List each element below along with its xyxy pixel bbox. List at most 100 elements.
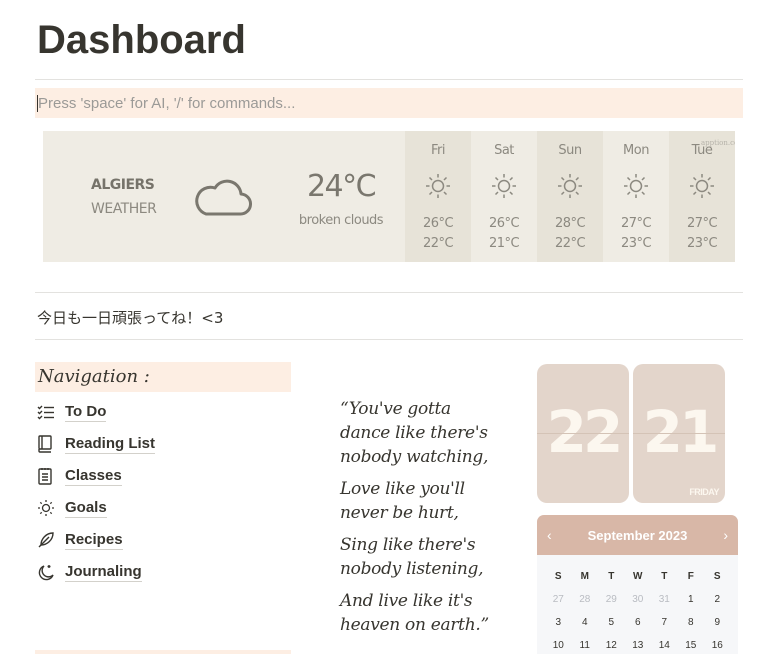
forecast-day: Tue 27°C 23°C [669,131,735,262]
nav-item-label: To Do [65,402,107,422]
flip-divider [537,433,629,434]
navigation-heading: Navigation : [35,362,291,392]
calendar-day[interactable]: 16 [704,634,731,654]
calendar-month: September 2023 [587,527,688,543]
sun-icon [491,173,517,203]
nav-item-to-do[interactable]: To Do [37,396,155,428]
calendar-day[interactable]: 1 [678,588,705,611]
calendar-week-row: 27 28 29 30 31 1 2 [545,588,731,611]
quote-line: “You've gotta dance like there's nobody … [340,399,489,467]
forecast-day: Sun 28°C 22°C [537,131,603,262]
forecast-day-name: Sun [558,143,582,158]
calendar-day[interactable]: 12 [598,634,625,654]
nav-item-label: Journaling [65,562,142,582]
checklist-icon [37,402,59,422]
weather-widget: ALGIERS WEATHER 24°C broken clouds Fri 26… [43,131,735,262]
calendar-weekday: W [633,571,643,582]
calendar-day[interactable]: 28 [572,588,599,611]
forecast-low: 21°C [488,236,520,251]
calendar-day[interactable]: 27 [545,588,572,611]
calendar-widget: ‹ September 2023 › S M T W T F S 27 28 29 30 31 1 2 3 4… [537,515,738,654]
divider [35,79,743,80]
divider [35,339,743,340]
forecast-low: 22°C [554,236,586,251]
calendar-weekday: S [713,571,721,582]
calendar-weekday: T [661,571,668,582]
navigation-heading-text: Navigation : [38,366,150,387]
quote-line: Sing like there's nobody listening, [340,535,484,579]
forecast-day-name: Fri [431,143,446,158]
forecast-low: 23°C [686,236,718,251]
notepad-icon [37,466,59,486]
motto-text: 今日も一日頑張ってね！<3 [37,309,224,327]
calendar-weekday-row: SMTWTFS [545,565,731,588]
book-icon [37,434,59,454]
forecast-high: 28°C [554,216,586,231]
navigation-list: To Do Reading List Classes Goals Recipes… [37,396,156,588]
calendar-grid: S M T W T F S 27 28 29 30 31 1 2 3 4 5 6 7 8 9 10 11 12 13 14 15 16 [545,565,731,654]
weather-description: broken clouds [298,213,384,228]
sun-icon [689,173,715,203]
clock-hours-card: 22 [537,364,629,503]
sun-icon [557,173,583,203]
quote-line: Love like you'll never be hurt, [340,479,465,523]
nav-item-label: Classes [65,466,122,486]
calendar-weekday: S [554,571,562,582]
weather-temperature: 24°C [306,169,377,204]
calendar-day[interactable]: 29 [598,588,625,611]
nav-item-label: Goals [65,498,107,518]
calendar-day[interactable]: 10 [545,634,572,654]
calendar-weekday: M [580,571,589,582]
clock-hours: 22 [546,398,624,466]
calendar-header: ‹ September 2023 › [537,515,738,555]
nav-item-journaling[interactable]: Journaling [37,556,155,588]
calendar-weekday: T [608,571,615,582]
forecast-high: 26°C [422,216,454,231]
calendar-prev-button[interactable]: ‹ [547,527,552,543]
nav-item-goals[interactable]: Goals [37,492,155,524]
forecast-day: Sat 26°C 21°C [471,131,537,262]
moon-stars-icon [37,562,59,582]
forecast-row: Fri 26°C 22°C Sat 26°C 21°C Sun 28°C 22°C Mon 27°C… [405,131,735,262]
nav-item-label: Reading List [65,434,156,454]
calendar-day[interactable]: 9 [704,611,731,634]
forecast-high: 27°C [686,216,718,231]
nav-item-reading-list[interactable]: Reading List [37,428,156,460]
calendar-day[interactable]: 30 [625,588,652,611]
calendar-week-row: 10 11 12 13 14 15 16 [545,634,731,654]
calendar-day[interactable]: 11 [572,634,599,654]
calendar-day[interactable]: 7 [651,611,678,634]
calendar-day[interactable]: 3 [545,611,572,634]
feather-icon [37,530,59,550]
calendar-day[interactable]: 5 [598,611,625,634]
forecast-day-name: Sat [494,143,514,158]
quote-block: “You've gotta dance like there's nobody … [340,397,505,645]
weather-city: ALGIERS [91,177,155,193]
calendar-day[interactable]: 14 [651,634,678,654]
sun-icon [37,498,59,518]
calendar-day[interactable]: 13 [625,634,652,654]
calendar-day[interactable]: 8 [678,611,705,634]
forecast-low: 22°C [422,236,454,251]
calendar-next-button[interactable]: › [723,527,728,543]
forecast-day: Fri 26°C 22°C [405,131,471,262]
bottom-callout [35,650,291,654]
forecast-high: 26°C [488,216,520,231]
command-placeholder: Press 'space' for AI, '/' for commands..… [38,95,296,112]
calendar-day[interactable]: 4 [572,611,599,634]
calendar-day[interactable]: 31 [651,588,678,611]
nav-item-label: Recipes [65,530,123,550]
calendar-day[interactable]: 2 [704,588,731,611]
brand-watermark: apption.co [701,139,735,147]
nav-item-classes[interactable]: Classes [37,460,155,492]
weather-subtitle: WEATHER [91,201,157,217]
sun-icon [425,173,451,203]
nav-item-recipes[interactable]: Recipes [37,524,155,556]
divider [35,292,743,293]
calendar-day[interactable]: 15 [678,634,705,654]
calendar-day[interactable]: 6 [625,611,652,634]
forecast-day: Mon 27°C 23°C [603,131,669,262]
sun-icon [623,173,649,203]
forecast-low: 23°C [620,236,652,251]
command-input[interactable]: Press 'space' for AI, '/' for commands..… [35,88,743,118]
